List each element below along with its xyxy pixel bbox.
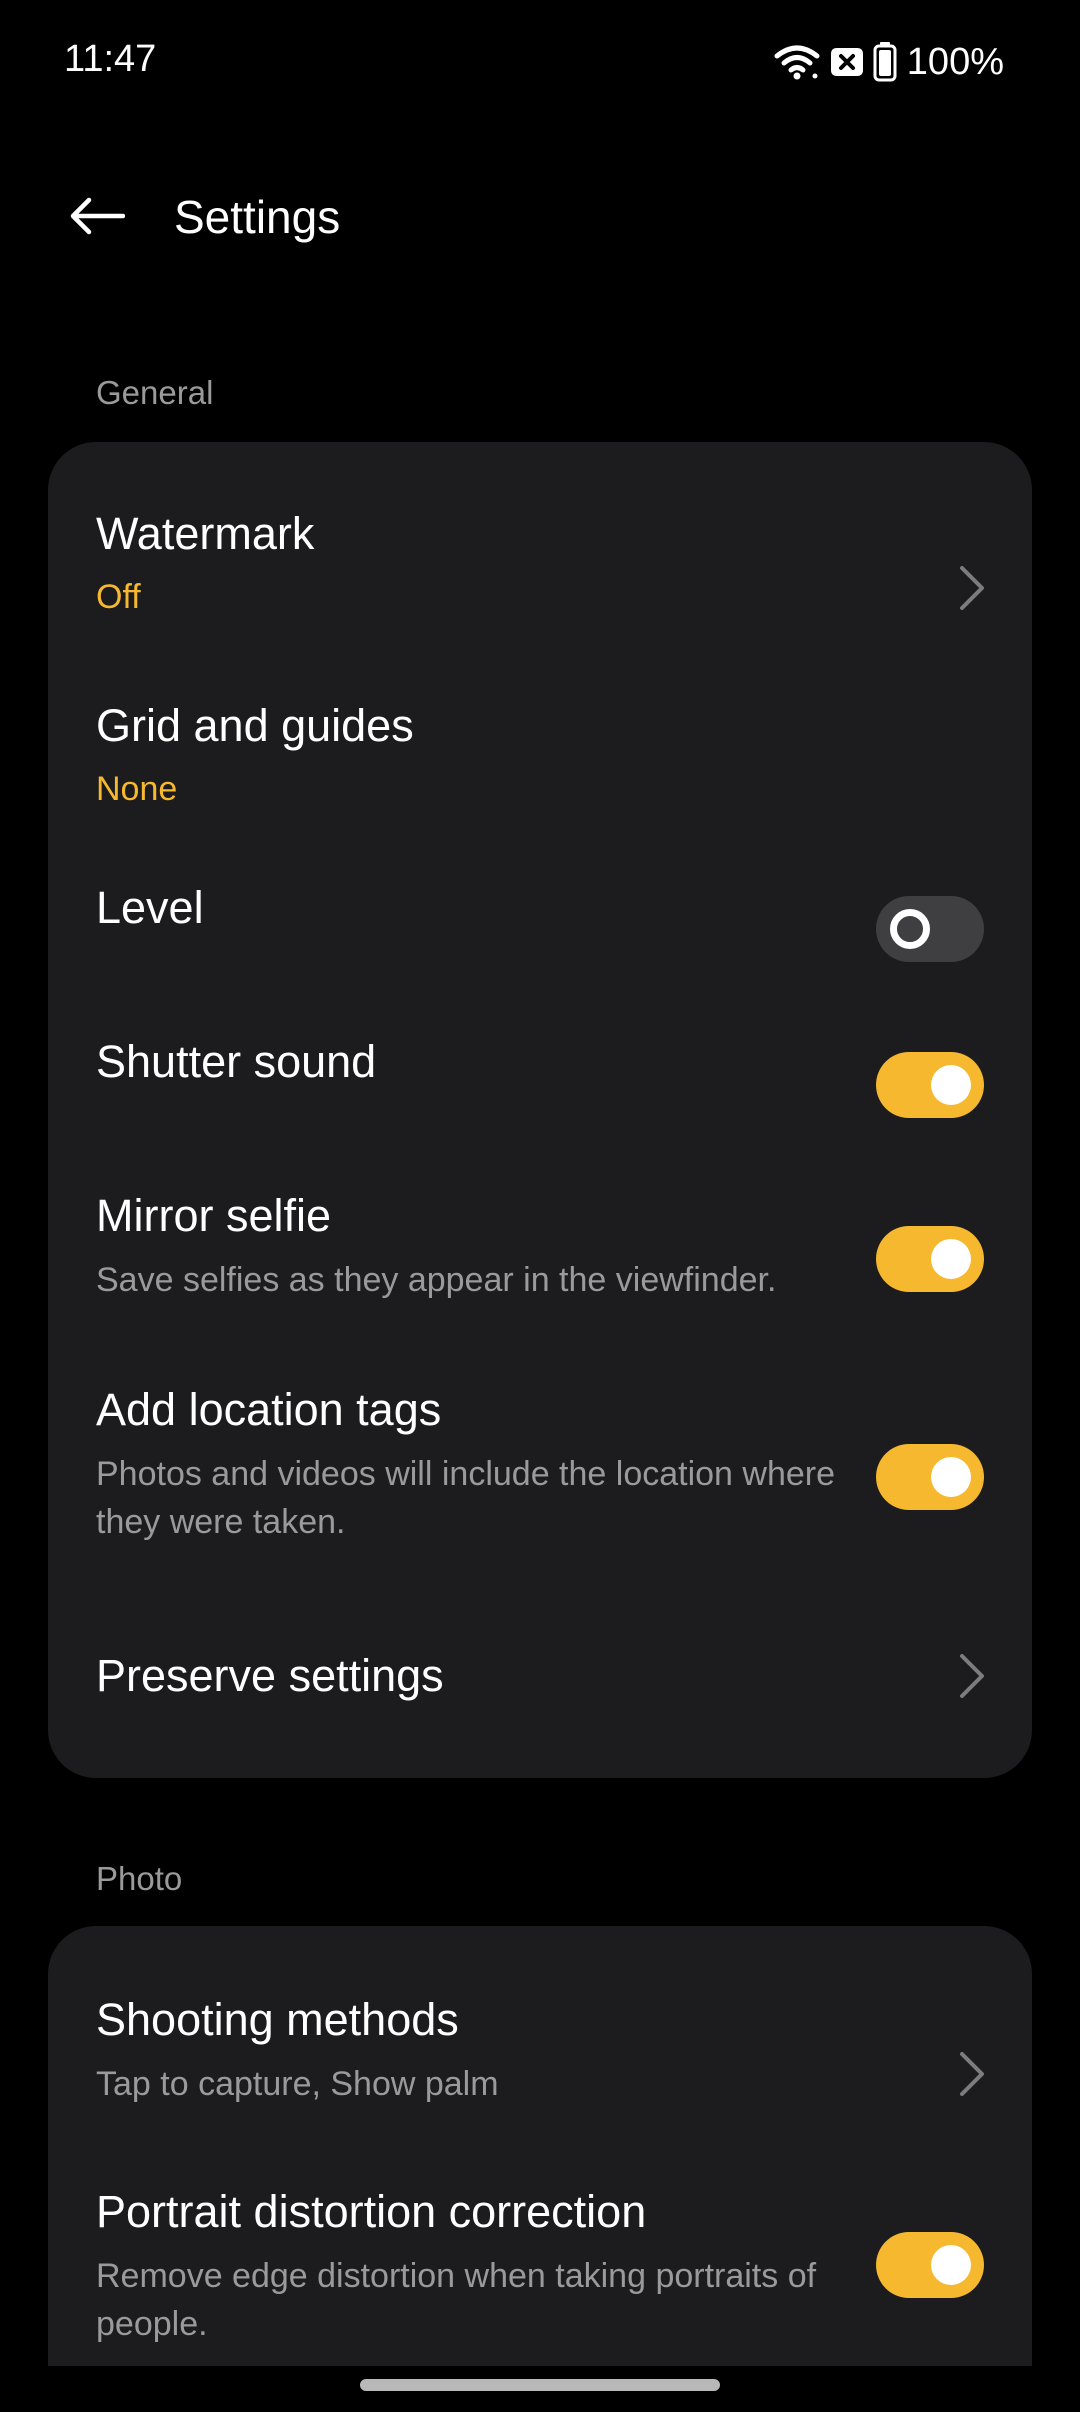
setting-title: Preserve settings bbox=[96, 1650, 444, 1701]
setting-description: Photos and videos will include the locat… bbox=[96, 1455, 836, 1541]
setting-row-watermark[interactable]: Watermark Off bbox=[48, 442, 1032, 634]
mirror-selfie-toggle-switch[interactable] bbox=[876, 1226, 984, 1292]
no-sim-icon bbox=[829, 46, 865, 78]
toggle-knob bbox=[890, 909, 930, 949]
page-title: Settings bbox=[174, 191, 341, 243]
setting-row-preserve-settings[interactable]: Preserve settings bbox=[48, 1578, 1032, 1778]
setting-title: Add location tags bbox=[96, 1384, 442, 1435]
portrait-distortion-toggle-switch[interactable] bbox=[876, 2232, 984, 2298]
setting-title: Watermark bbox=[96, 508, 315, 559]
section-header-general: General bbox=[96, 374, 214, 411]
toggle-knob bbox=[931, 1065, 971, 1105]
setting-title: Portrait distortion correction bbox=[96, 2186, 647, 2237]
setting-value: None bbox=[96, 770, 178, 808]
setting-description: Remove edge distortion when taking portr… bbox=[96, 2257, 817, 2343]
setting-description: Save selfies as they appear in the viewf… bbox=[96, 1261, 777, 1299]
battery-icon bbox=[873, 42, 897, 82]
status-time: 11:47 bbox=[64, 38, 157, 80]
toggle-knob bbox=[931, 2245, 971, 2285]
chevron-right-icon bbox=[952, 2046, 992, 2102]
wifi-icon bbox=[773, 42, 821, 82]
home-indicator[interactable] bbox=[360, 2379, 720, 2391]
battery-percentage: 100% bbox=[906, 40, 1004, 83]
app-bar: Settings bbox=[0, 160, 1080, 276]
level-toggle-switch[interactable] bbox=[876, 896, 984, 962]
setting-title: Level bbox=[96, 882, 204, 933]
general-settings-card: Watermark Off Grid and guides None Level… bbox=[48, 442, 1032, 1778]
section-header-photo: Photo bbox=[96, 1860, 183, 1897]
setting-title: Shooting methods bbox=[96, 1994, 459, 2045]
setting-value: Off bbox=[96, 578, 141, 616]
back-arrow-icon bbox=[67, 196, 126, 241]
toggle-knob bbox=[931, 1239, 971, 1279]
setting-row-shooting-methods[interactable]: Shooting methods Tap to capture, Show pa… bbox=[48, 1926, 1032, 2118]
setting-row-grid-and-guides[interactable]: Grid and guides None bbox=[48, 634, 1032, 830]
back-button[interactable] bbox=[48, 182, 144, 254]
status-icons: 100% bbox=[773, 38, 1004, 86]
setting-title: Mirror selfie bbox=[96, 1190, 332, 1241]
status-bar: 11:47 100% bbox=[0, 0, 1080, 126]
chevron-right-icon bbox=[952, 560, 992, 616]
photo-settings-card: Shooting methods Tap to capture, Show pa… bbox=[48, 1926, 1032, 2366]
setting-description: Tap to capture, Show palm bbox=[96, 2065, 499, 2103]
toggle-knob bbox=[931, 1457, 971, 1497]
setting-title: Grid and guides bbox=[96, 700, 414, 751]
setting-row-mirror-selfie[interactable]: Mirror selfie Save selfies as they appea… bbox=[48, 1138, 1032, 1328]
setting-row-shutter-sound[interactable]: Shutter sound bbox=[48, 982, 1032, 1138]
setting-title: Shutter sound bbox=[96, 1036, 377, 1087]
chevron-right-icon bbox=[952, 1648, 992, 1704]
location-tags-toggle-switch[interactable] bbox=[876, 1444, 984, 1510]
shutter-sound-toggle-switch[interactable] bbox=[876, 1052, 984, 1118]
